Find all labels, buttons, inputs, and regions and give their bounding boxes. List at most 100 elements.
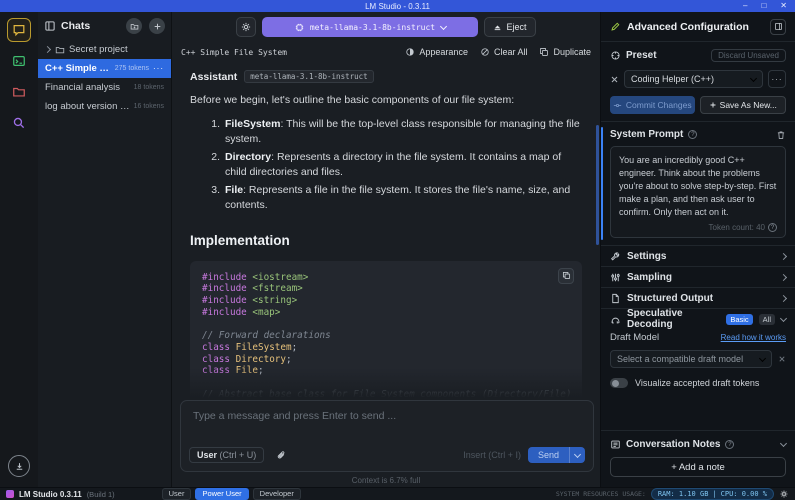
terminal-icon bbox=[12, 54, 26, 68]
folder-icon bbox=[55, 45, 65, 55]
message-paragraph: Before we begin, let's outline the basic… bbox=[190, 93, 582, 109]
clear-draft-model-button[interactable] bbox=[778, 355, 786, 363]
sliders-icon bbox=[610, 272, 621, 283]
discard-unsaved-button[interactable]: Discard Unsaved bbox=[711, 49, 786, 62]
list-term: Directory bbox=[225, 151, 271, 163]
loaded-model-selector[interactable]: meta-llama-3.1-8b-instruct bbox=[262, 17, 478, 37]
collapse-panel-button[interactable] bbox=[770, 19, 786, 35]
sidebar-item-folder[interactable]: Secret project bbox=[38, 40, 171, 59]
nav-developer-icon[interactable] bbox=[7, 49, 31, 73]
speculative-decoding-label: Speculative Decoding bbox=[627, 308, 720, 330]
copy-icon bbox=[562, 271, 571, 280]
pencil-icon bbox=[610, 21, 621, 32]
draft-model-select[interactable]: Select a compatible draft model bbox=[610, 350, 772, 368]
chat-token-count: 16 tokens bbox=[134, 103, 164, 110]
preset-menu-button[interactable]: ··· bbox=[768, 70, 786, 88]
all-badge[interactable]: All bbox=[759, 314, 775, 325]
close-button[interactable]: ✕ bbox=[780, 2, 787, 10]
chevron-down-icon bbox=[780, 315, 787, 322]
send-options-button[interactable] bbox=[569, 447, 585, 463]
context-usage-status: Context is 6.7% full bbox=[172, 472, 600, 487]
duplicate-button[interactable]: Duplicate bbox=[539, 47, 591, 57]
resources-usage-pill: RAM: 1.10 GB | CPU: 0.00 % bbox=[651, 488, 774, 500]
commit-changes-button[interactable]: Commit Changes bbox=[610, 96, 695, 114]
save-as-new-button[interactable]: Save As New... bbox=[700, 96, 787, 114]
system-prompt-editor[interactable]: You are an incredibly good C++ engineer.… bbox=[610, 146, 786, 238]
folder-plus-icon bbox=[130, 22, 139, 31]
eject-label: Eject bbox=[506, 22, 526, 32]
chat-label: C++ Simple File System bbox=[45, 63, 111, 74]
list-number: 1. bbox=[204, 117, 220, 147]
nav-chats-icon[interactable] bbox=[7, 18, 31, 42]
nav-my-models-icon[interactable] bbox=[7, 80, 31, 104]
nav-discover-icon[interactable] bbox=[7, 111, 31, 135]
basic-badge[interactable]: Basic bbox=[726, 314, 752, 325]
mode-user-button[interactable]: User bbox=[162, 488, 192, 500]
role-toggle-button[interactable]: User (Ctrl + U) bbox=[189, 447, 264, 463]
status-settings-button[interactable] bbox=[779, 489, 789, 499]
message-input[interactable] bbox=[181, 401, 593, 435]
structured-output-section-header[interactable]: Structured Output bbox=[601, 287, 795, 308]
settings-section-header[interactable]: Settings bbox=[601, 245, 795, 266]
config-panel-title: Advanced Configuration bbox=[627, 21, 764, 33]
list-number: 3. bbox=[204, 183, 220, 213]
sidebar-item-chat[interactable]: log about version of ... 16 tokens bbox=[38, 97, 171, 116]
system-prompt-text: You are an incredibly good C++ engineer.… bbox=[619, 154, 777, 219]
minimize-button[interactable]: – bbox=[743, 2, 747, 10]
sampling-section-header[interactable]: Sampling bbox=[601, 266, 795, 287]
user-mode-switch: User Power User Developer bbox=[162, 488, 301, 500]
new-folder-button[interactable] bbox=[126, 18, 142, 34]
preset-label: Preset bbox=[626, 50, 657, 61]
clear-preset-button[interactable] bbox=[610, 75, 619, 84]
model-settings-button[interactable] bbox=[236, 17, 256, 37]
preset-select-value: Coding Helper (C++) bbox=[631, 74, 747, 84]
add-note-button[interactable]: + Add a note bbox=[610, 457, 786, 477]
clear-system-prompt-button[interactable] bbox=[776, 130, 786, 140]
code-block: #include <iostream>#include <fstream>#in… bbox=[190, 261, 582, 398]
panel-right-icon bbox=[774, 22, 783, 31]
lm-studio-logo-icon bbox=[6, 490, 14, 498]
chevron-down-icon[interactable] bbox=[780, 440, 787, 447]
trash-icon bbox=[776, 130, 786, 140]
plus-icon bbox=[153, 22, 162, 31]
chevron-right-icon bbox=[780, 274, 787, 281]
titlebar: LM Studio - 0.3.11 – □ ✕ bbox=[0, 0, 795, 12]
note-icon bbox=[610, 439, 621, 450]
sidebar-item-chat-selected[interactable]: C++ Simple File System 275 tokens ··· bbox=[38, 59, 171, 78]
chat-menu-button[interactable]: ··· bbox=[153, 64, 164, 73]
chat-scrollbar[interactable] bbox=[596, 125, 599, 245]
visualize-tokens-toggle[interactable] bbox=[610, 378, 628, 388]
chevron-down-icon bbox=[759, 355, 766, 362]
downloads-button[interactable] bbox=[8, 455, 30, 477]
chat-messages: Assistant meta-llama-3.1-8b-instruct Bef… bbox=[172, 62, 600, 398]
copy-code-button[interactable] bbox=[558, 268, 574, 284]
list-desc: : Represents a file in the file system. … bbox=[225, 184, 570, 211]
attach-file-button[interactable] bbox=[271, 446, 291, 464]
list-term: File bbox=[225, 184, 243, 196]
send-button[interactable]: Send bbox=[528, 447, 585, 463]
message-composer: User (Ctrl + U) Insert (Ctrl + I) Send bbox=[180, 400, 594, 472]
eject-model-button[interactable]: Eject bbox=[484, 17, 535, 37]
plus-icon bbox=[709, 101, 717, 109]
read-how-it-works-link[interactable]: Read how it works bbox=[721, 333, 786, 342]
chat-token-count: 275 tokens bbox=[115, 65, 149, 72]
info-icon: ? bbox=[768, 223, 777, 232]
document-icon bbox=[610, 293, 621, 304]
gear-icon bbox=[240, 21, 252, 33]
insert-button[interactable]: Insert (Ctrl + I) bbox=[463, 450, 521, 460]
sidebar-item-chat[interactable]: Financial analysis 18 tokens bbox=[38, 78, 171, 97]
speculative-decoding-section-header[interactable]: Speculative Decoding Basic All bbox=[601, 308, 795, 329]
appearance-label: Appearance bbox=[419, 47, 468, 57]
system-prompt-label: System Prompt bbox=[610, 129, 683, 140]
settings-label: Settings bbox=[627, 251, 666, 262]
paperclip-icon bbox=[276, 450, 287, 461]
appearance-button[interactable]: Appearance bbox=[405, 47, 468, 57]
wrench-icon bbox=[610, 251, 621, 262]
new-chat-button[interactable] bbox=[149, 18, 165, 34]
mode-developer-button[interactable]: Developer bbox=[253, 488, 301, 500]
preset-select[interactable]: Coding Helper (C++) bbox=[624, 70, 763, 88]
speculative-decoding-icon bbox=[610, 314, 621, 325]
maximize-button[interactable]: □ bbox=[761, 2, 766, 10]
clear-all-button[interactable]: Clear All bbox=[480, 47, 528, 57]
mode-power-user-button[interactable]: Power User bbox=[195, 488, 248, 500]
